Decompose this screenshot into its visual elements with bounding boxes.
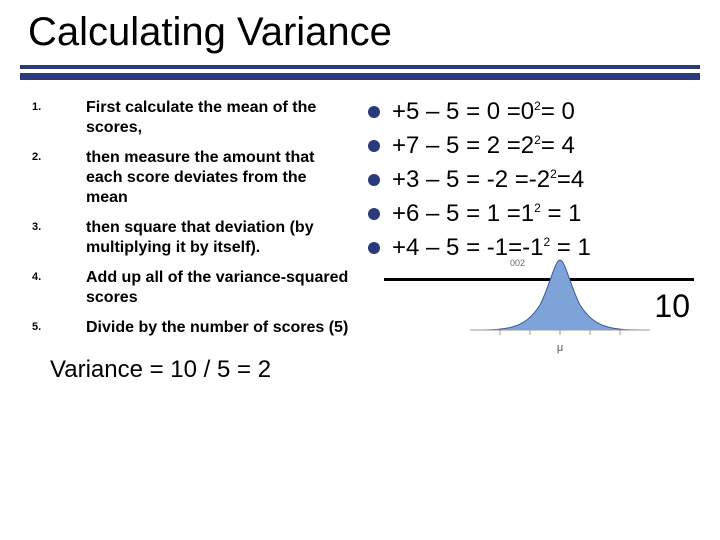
bullet-icon	[368, 140, 380, 152]
equation-text: +5 – 5 = 0 =02= 0	[392, 98, 575, 126]
eq-part-a: +6 – 5 = 1	[392, 200, 507, 227]
equation-row: +5 – 5 = 0 =02= 0	[368, 98, 700, 126]
step-number: 2.	[20, 148, 86, 208]
eq-part-a: +5 – 5 = 0	[392, 98, 507, 125]
equation-row: +6 – 5 = 1 =12 = 1	[368, 200, 700, 228]
equations-list: +5 – 5 = 0 =02= 0 +7 – 5 = 2 =22= 4 +3 –…	[368, 98, 700, 262]
steps-list: 1. First calculate the mean of the score…	[20, 98, 350, 338]
equation-text: +3 – 5 = -2 =-22=4	[392, 166, 584, 194]
superscript: 2	[534, 99, 541, 113]
bullet-icon	[368, 208, 380, 220]
eq-part-a: +3 – 5 = -2	[392, 166, 515, 193]
list-item: 4. Add up all of the variance-squared sc…	[20, 268, 350, 308]
superscript: 2	[534, 201, 541, 215]
list-item: 3. then square that deviation (by multip…	[20, 218, 350, 258]
eq-part-b: =2	[507, 132, 534, 159]
step-text: Add up all of the variance-squared score…	[86, 268, 350, 308]
curve-mu-label: μ	[450, 342, 670, 354]
eq-part-c: = 1	[541, 200, 582, 227]
divider-thin	[20, 65, 700, 69]
step-number: 3.	[20, 218, 86, 258]
bullet-icon	[368, 106, 380, 118]
bullet-icon	[368, 174, 380, 186]
steps-column: 1. First calculate the mean of the score…	[20, 98, 350, 384]
eq-part-b: =1	[507, 200, 534, 227]
step-text: then square that deviation (by multiplyi…	[86, 218, 350, 258]
list-item: 5. Divide by the number of scores (5)	[20, 318, 350, 338]
eq-part-b: =0	[507, 98, 534, 125]
eq-part-c: =4	[557, 166, 584, 193]
bullet-icon	[368, 242, 380, 254]
bell-curve-icon	[470, 250, 650, 340]
equation-row: +3 – 5 = -2 =-22=4	[368, 166, 700, 194]
list-item: 1. First calculate the mean of the score…	[20, 98, 350, 138]
normal-curve: 002 μ	[450, 250, 670, 354]
step-text: Divide by the number of scores (5)	[86, 318, 348, 338]
slide: Calculating Variance 1. First calculate …	[0, 0, 720, 540]
step-text: First calculate the mean of the scores,	[86, 98, 350, 138]
step-number: 5.	[20, 318, 86, 338]
step-number: 4.	[20, 268, 86, 308]
step-text: then measure the amount that each score …	[86, 148, 350, 208]
eq-part-a: +7 – 5 = 2	[392, 132, 507, 159]
step-number: 1.	[20, 98, 86, 138]
curve-y-label: 002	[510, 258, 525, 268]
equation-text: +7 – 5 = 2 =22= 4	[392, 132, 575, 160]
equation-row: +7 – 5 = 2 =22= 4	[368, 132, 700, 160]
divider-thick	[20, 73, 700, 80]
equations-column: +5 – 5 = 0 =02= 0 +7 – 5 = 2 =22= 4 +3 –…	[368, 98, 700, 384]
eq-part-c: = 0	[541, 98, 575, 125]
eq-part-b: =-2	[515, 166, 550, 193]
columns: 1. First calculate the mean of the score…	[20, 98, 700, 384]
list-item: 2. then measure the amount that each sco…	[20, 148, 350, 208]
page-title: Calculating Variance	[20, 10, 700, 65]
variance-result: Variance = 10 / 5 = 2	[50, 356, 350, 384]
superscript: 2	[550, 167, 557, 181]
eq-part-c: = 4	[541, 132, 575, 159]
superscript: 2	[534, 133, 541, 147]
equation-text: +6 – 5 = 1 =12 = 1	[392, 200, 582, 228]
